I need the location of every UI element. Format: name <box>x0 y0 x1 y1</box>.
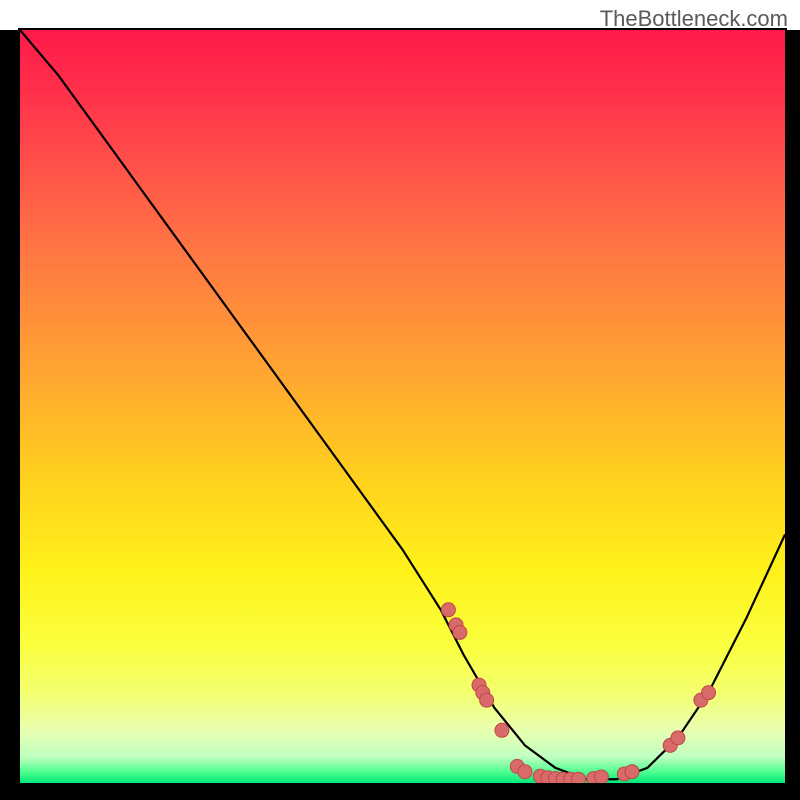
bottleneck-chart <box>0 0 800 800</box>
watermark-text: TheBottleneck.com <box>600 6 788 32</box>
chart-container: TheBottleneck.com <box>0 0 800 800</box>
